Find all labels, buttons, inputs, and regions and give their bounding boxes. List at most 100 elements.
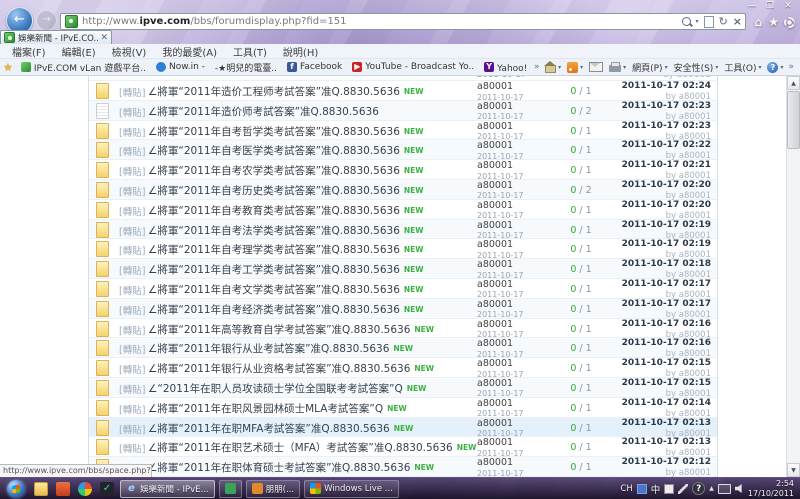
ime-pen-icon[interactable] bbox=[678, 484, 688, 494]
thread-title-link[interactable]: ∠將軍“2011年自考经济类考試答案”准Q.8830.5636NEW bbox=[148, 302, 424, 317]
thread-title-link[interactable]: ∠將軍“2011年在职风景园林硕士MLA考試答案”QNEW bbox=[148, 401, 407, 416]
command-bar-item[interactable]: ▾ bbox=[609, 62, 626, 72]
thread-title-link[interactable]: ∠將軍“2011年在职MFA考試答案”准Q.8830.5636NEW bbox=[148, 421, 413, 436]
table-row[interactable]: [轉貼]∠將軍“2011年自考经济类考試答案”准Q.8830.5636NEWa8… bbox=[89, 299, 717, 319]
table-row[interactable]: [轉貼]∠“2011年在职人员攻读硕士学位全国联考考試答案”QNEWa80001… bbox=[89, 378, 717, 398]
display-tray-icon[interactable] bbox=[718, 484, 731, 494]
address-bar[interactable]: http://www.ipve.com/bbs/forumdisplay.php… bbox=[60, 13, 746, 30]
author-link[interactable]: a80001 bbox=[477, 438, 524, 448]
command-bar-item[interactable]: 網頁(P)▾ bbox=[632, 61, 667, 74]
author-link[interactable]: a80001 bbox=[477, 280, 524, 290]
author-link[interactable]: a80001 bbox=[477, 359, 524, 369]
menu-item[interactable]: 檔案(F) bbox=[4, 44, 54, 59]
favorites-bar-item[interactable]: Now.in - bbox=[152, 61, 209, 73]
menu-item[interactable]: 工具(T) bbox=[225, 44, 275, 59]
thread-title-link[interactable]: ∠“2011年在职人员攻读硕士学位全国联考考試答案”QNEW bbox=[148, 381, 426, 396]
author-link[interactable]: a80001 bbox=[477, 240, 524, 250]
favorites-bar-item[interactable]: ▶YouTube - Broadcast Yo.. bbox=[348, 61, 478, 73]
table-row[interactable]: [轉貼]∠將軍“2011年在职风景园林硕士MLA考試答案”QNEWa800012… bbox=[89, 398, 717, 418]
favorites-overflow-chevron[interactable]: » bbox=[531, 62, 543, 72]
thread-title-link[interactable]: ∠將軍“2011年自考文学类考試答案”准Q.8830.5636NEW bbox=[148, 282, 424, 297]
menu-item[interactable]: 編輯(E) bbox=[54, 44, 104, 59]
author-link[interactable]: a80001 bbox=[477, 260, 524, 270]
author-link[interactable]: a80001 bbox=[477, 300, 524, 310]
scrollbar-thumb[interactable] bbox=[787, 91, 800, 149]
show-hidden-icons-arrow[interactable]: ▲ bbox=[709, 485, 714, 492]
favorites-star-icon[interactable]: ★ bbox=[768, 15, 779, 29]
table-row[interactable]: [轉貼]∠將軍“2011年自考哲学类考試答案”准Q.8830.5636NEWa8… bbox=[89, 121, 717, 141]
taskbar-button[interactable]: e娛樂新聞 - IPvE... bbox=[120, 480, 215, 498]
taskbar-button[interactable]: 朋朋(... bbox=[246, 480, 300, 498]
taskbar-button[interactable]: Windows Live ... bbox=[304, 480, 399, 498]
command-overflow-chevron[interactable]: » bbox=[785, 62, 797, 72]
favorites-bar-item[interactable]: -★明兒的電臺.. bbox=[211, 60, 281, 75]
home-icon[interactable]: ⌂ bbox=[754, 15, 762, 29]
command-bar-item[interactable]: 工具(O)▾ bbox=[724, 61, 761, 74]
thread-title-link[interactable]: ∠將軍“2011年自考哲学类考試答案”准Q.8830.5636NEW bbox=[148, 124, 424, 139]
compatibility-view-icon[interactable] bbox=[704, 16, 714, 28]
table-row[interactable]: [轉貼]∠將軍“2011年自考文学类考試答案”准Q.8830.5636NEWa8… bbox=[89, 279, 717, 299]
menu-item[interactable]: 檢視(V) bbox=[104, 44, 155, 59]
taskbar-button[interactable] bbox=[219, 480, 242, 498]
thread-title-link[interactable]: ∠將軍“2011年自考法学类考試答案”准Q.8830.5636NEW bbox=[148, 223, 424, 238]
red-app-icon[interactable] bbox=[56, 482, 70, 496]
author-link[interactable]: a80001 bbox=[477, 320, 524, 330]
thread-title-link[interactable]: ∠將軍“2011年自考工学类考試答案”准Q.8830.5636NEW bbox=[148, 262, 424, 277]
author-link[interactable]: a80001 bbox=[477, 339, 524, 349]
window-maximize-button[interactable]: ❐ bbox=[762, 2, 778, 13]
vertical-scrollbar[interactable]: ▲ ▼ bbox=[786, 76, 800, 477]
tab-close-icon[interactable]: ✕ bbox=[100, 33, 108, 43]
thread-title-link[interactable]: ∠將軍“2011年银行从业考試答案”准Q.8830.5636NEW bbox=[148, 341, 413, 356]
command-bar-item[interactable]: ▾ bbox=[567, 62, 583, 73]
thread-title-link[interactable]: ∠將軍“2011年银行从业资格考試答案”准Q.8830.5636NEW bbox=[148, 361, 434, 376]
table-row[interactable]: [轉貼]∠將軍“2011年在职MFA考試答案”准Q.8830.5636NEWa8… bbox=[89, 418, 717, 438]
check-app-icon[interactable]: ✓ bbox=[100, 482, 114, 496]
thread-title-link[interactable]: ∠將軍“2011年造价工程师考試答案”准Q.8830.5636NEW bbox=[148, 84, 424, 99]
search-icon[interactable] bbox=[682, 17, 691, 26]
globe-app-icon[interactable] bbox=[78, 482, 92, 496]
table-row[interactable]: [轉貼]∠將軍“2011年造价工程师考試答案”准Q.8830.5636NEWa8… bbox=[89, 81, 717, 101]
thread-title-link[interactable]: ∠將軍“2011年造价师考試答案”准Q.8830.5636 bbox=[148, 104, 379, 119]
author-link[interactable]: a80001 bbox=[477, 419, 524, 429]
author-link[interactable]: a80001 bbox=[477, 141, 524, 151]
browser-tab[interactable]: 娛樂新聞 - IPvE.CO... ✕ bbox=[0, 30, 112, 44]
table-row[interactable]: [轉貼]∠將軍“2011年高等教育自学考試答案”准Q.8830.5636NEWa… bbox=[89, 319, 717, 339]
thread-title-link[interactable]: ∠將軍“2011年在职体育硕士考試答案”准Q.8830.5636NEW bbox=[148, 460, 434, 475]
author-link[interactable]: a80001 bbox=[477, 181, 524, 191]
window-close-button[interactable]: ✕ bbox=[780, 2, 796, 13]
language-indicator[interactable]: CH bbox=[620, 484, 632, 494]
scrollbar-up-arrow-icon[interactable]: ▲ bbox=[787, 76, 800, 90]
author-link[interactable]: a80001 bbox=[477, 221, 524, 231]
author-link[interactable]: a80001 bbox=[477, 379, 524, 389]
ime-help-icon[interactable]: ? bbox=[692, 482, 705, 495]
table-row[interactable]: [轉貼]∠將軍“2011年在职体育硕士考試答案”准Q.8830.5636NEWa… bbox=[89, 457, 717, 477]
tools-gear-icon[interactable] bbox=[784, 17, 795, 28]
thread-title-link[interactable]: ∠將軍“2011年自考农学类考試答案”准Q.8830.5636NEW bbox=[148, 163, 424, 178]
table-row[interactable]: [轉貼]∠將軍“2011年自考教育类考試答案”准Q.8830.5636NEWa8… bbox=[89, 200, 717, 220]
table-row[interactable]: [轉貼]∠將軍“2011年自考工学类考試答案”准Q.8830.5636NEWa8… bbox=[89, 259, 717, 279]
command-bar-item[interactable]: ?▾ bbox=[767, 62, 783, 73]
lastpost-by-link[interactable]: by a80001 bbox=[622, 469, 711, 477]
window-minimize-button[interactable]: — bbox=[744, 2, 760, 13]
volume-tray-icon[interactable] bbox=[735, 484, 744, 493]
author-link[interactable]: a80001 bbox=[477, 399, 524, 409]
menu-item[interactable]: 我的最愛(A) bbox=[154, 44, 225, 59]
explorer-folder-icon[interactable] bbox=[34, 482, 48, 496]
thread-title-link[interactable]: ∠將軍“2011年自考医学类考試答案”准Q.8830.5636NEW bbox=[148, 143, 424, 158]
add-favorite-star-icon[interactable]: ★ bbox=[3, 61, 13, 74]
command-bar-item[interactable]: 安全性(S)▾ bbox=[674, 61, 719, 74]
ime-chinese-icon[interactable]: 中 bbox=[651, 482, 661, 496]
thread-title-link[interactable]: ∠將軍“2011年自考理学类考試答案”准Q.8830.5636NEW bbox=[148, 242, 424, 257]
command-bar-item[interactable] bbox=[589, 62, 603, 72]
url-text[interactable]: http://www.ipve.com/bbs/forumdisplay.php… bbox=[82, 16, 682, 27]
stop-icon[interactable]: × bbox=[733, 17, 742, 27]
table-row[interactable]: [轉貼]∠將軍“2011年造价师考試答案”准Q.8830.5636a800012… bbox=[89, 101, 717, 121]
ime-grid-icon[interactable] bbox=[637, 484, 647, 494]
table-row[interactable]: [轉貼]∠將軍“2011年自考理学类考試答案”准Q.8830.5636NEWa8… bbox=[89, 239, 717, 259]
start-orb-button[interactable] bbox=[7, 480, 25, 498]
author-link[interactable]: a80001 bbox=[477, 82, 524, 92]
author-link[interactable]: a80001 bbox=[477, 458, 524, 468]
author-link[interactable]: a80001 bbox=[477, 102, 524, 112]
thread-title-link[interactable]: ∠將軍“2011年自考教育类考試答案”准Q.8830.5636NEW bbox=[148, 203, 424, 218]
author-link[interactable]: a80001 bbox=[477, 201, 524, 211]
